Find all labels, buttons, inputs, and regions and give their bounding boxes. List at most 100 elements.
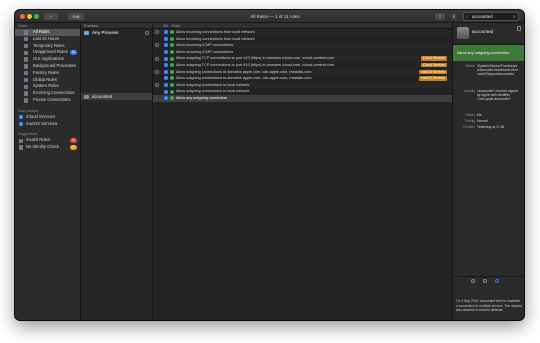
info-icon[interactable] [471, 279, 475, 283]
rule-enabled-checkbox[interactable]: ✓ [164, 83, 168, 88]
inspector-toggle-icon[interactable]: ℹ [451, 13, 457, 20]
sidebar-item-label: Factory Rules [33, 69, 59, 75]
sidebar-item-last-24-hours[interactable]: Last 24 Hours [15, 36, 80, 43]
process-icon [84, 94, 89, 99]
inspector-header: accounted [453, 23, 524, 45]
sidebar-item-label: macOS Services [26, 120, 58, 126]
inspector-footer-tabs [453, 276, 524, 284]
rule-row[interactable]: ✓ ↓ Allow incoming connections from local … [153, 36, 452, 43]
sidebar-item-label: System Rules [33, 83, 59, 89]
network-icon[interactable] [495, 279, 499, 283]
rule-action-banner[interactable]: Allow any outgoing connection [453, 45, 524, 61]
sidebar-item-label: Last 24 Hours [33, 35, 60, 41]
sidebar-item-private-connections[interactable]: Private Connections [15, 97, 80, 104]
rule-text: Allow incoming ICMP connections [176, 43, 234, 48]
sidebar-item-label: GUI Applications [33, 56, 64, 62]
rule-options-icon[interactable] [155, 43, 159, 48]
search-value: accounted [472, 14, 493, 19]
sidebar-item-icloud-services[interactable]: ✓ iCloud Services [15, 114, 80, 121]
rule-enabled-checkbox[interactable]: ✓ [164, 63, 168, 68]
rule-enabled-checkbox[interactable]: ✓ [164, 36, 168, 41]
app-icon [24, 57, 29, 62]
rule-enabled-checkbox[interactable]: ✓ [164, 89, 168, 94]
rule-row[interactable]: ✓ ↑ Allow outgoing TCP connections to port… [153, 55, 452, 62]
process-label: accounted [92, 94, 113, 99]
rule-text: Allow outgoing TCP connections to port 4… [176, 56, 335, 61]
rule-row[interactable]: ✓ ↑ Allow outgoing TCP connections to port… [153, 62, 452, 69]
sidebar-item-unapproved-rules[interactable]: Unapproved Rules 12 [15, 49, 80, 56]
add-rule-button[interactable]: + [44, 13, 58, 20]
sidebar-item-macos-services[interactable]: ✓ macOS Services [15, 121, 80, 128]
rule-options-icon[interactable] [155, 56, 159, 61]
field-value[interactable]: Normal [477, 119, 519, 123]
factory-icon [24, 70, 29, 76]
field-value[interactable]: Me [477, 113, 519, 117]
allow-outgoing-icon: ↑ [170, 83, 174, 88]
rule-enabled-checkbox[interactable]: ✓ [164, 50, 168, 55]
share-icon[interactable]: ⇪ [435, 13, 445, 20]
gear-icon [24, 64, 29, 69]
zoom-window-button[interactable] [34, 14, 39, 19]
allow-outgoing-icon: ↑ [170, 96, 174, 101]
sidebar-item-incoming-connections[interactable]: Incoming Connections [15, 90, 80, 97]
rule-options-icon[interactable] [155, 69, 159, 74]
inspector-title: accounted [472, 29, 494, 34]
edit-icon[interactable] [145, 30, 149, 35]
rule-options-icon[interactable] [155, 30, 159, 35]
sidebar-item-gui-applications[interactable]: GUI Applications [15, 56, 80, 63]
rule-row[interactable]: ✓ ↓ Allow incoming connections from local … [153, 29, 452, 36]
rule-row[interactable]: ✓ ↑ Allow outgoing connections to domains … [153, 68, 452, 76]
process-app-icon [457, 27, 469, 39]
rule-enabled-checkbox[interactable]: ✓ [164, 30, 168, 35]
field-value: Yesterday at 17:46 [477, 125, 505, 129]
field-created: Created Yesterday at 17:46 [453, 125, 524, 131]
rule-text: Allow outgoing TCP connections to port 4… [176, 62, 335, 67]
field-value: "accounted" must be signed by Apple with… [477, 89, 518, 102]
sidebar-item-no-identity-check[interactable]: No Identity Check 6 [15, 144, 80, 151]
sidebar-item-factory-rules[interactable]: Factory Rules [15, 70, 80, 77]
sidebar-item-label: Global Rules [33, 76, 57, 82]
rule-enabled-checkbox[interactable]: ✓ [164, 96, 168, 101]
unapproved-icon [24, 50, 29, 55]
hourglass-icon [24, 43, 29, 49]
rule-group-tag: iCloud Services [420, 63, 447, 68]
sidebar-item-temporary-rules[interactable]: Temporary Rules [15, 43, 80, 50]
edit-button[interactable]: Edit [68, 13, 84, 20]
rule-row[interactable]: ✓ ↓ Allow incoming ICMP connections [153, 42, 452, 49]
rule-row[interactable]: ✓ ↑ Allow outgoing connections to domains … [153, 75, 452, 82]
allow-outgoing-icon: ↑ [170, 56, 174, 61]
checkbox-checked-icon[interactable]: ✓ [19, 114, 24, 120]
rule-enabled-checkbox[interactable]: ✓ [164, 43, 168, 48]
allow-incoming-icon: ↓ [170, 43, 174, 48]
rule-text: Allow outgoing connections to local netw… [176, 89, 250, 94]
sidebar-item-global-rules[interactable]: Global Rules [15, 77, 80, 84]
search-input[interactable]: ⌕ accounted ✕ [463, 12, 519, 21]
rule-group-tag: macOS Services [419, 69, 447, 75]
rule-options-icon[interactable] [155, 83, 159, 88]
allow-outgoing-icon: ↑ [170, 76, 174, 81]
process-item-accounted[interactable]: accounted [81, 93, 152, 100]
clear-search-icon[interactable]: ✕ [513, 14, 516, 19]
rule-row[interactable]: ✓ ↑ Allow outgoing connections to local ne… [153, 88, 452, 95]
sidebar-item-system-rules[interactable]: System Rules [15, 83, 80, 90]
minimize-window-button[interactable] [27, 14, 32, 19]
lock-icon[interactable] [517, 26, 521, 31]
sidebar-item-background-processes[interactable]: Background Processes [15, 63, 80, 70]
history-icon[interactable] [483, 279, 487, 283]
field-label: Created [463, 125, 475, 129]
system-icon [24, 84, 29, 89]
process-list: Process Any Process accounted [81, 23, 153, 320]
process-item-any-process[interactable]: Any Process [81, 29, 152, 36]
rule-enabled-checkbox[interactable]: ✓ [164, 56, 168, 61]
checkbox-checked-icon[interactable]: ✓ [19, 121, 24, 126]
rule-group-tag: iCloud Services [420, 56, 447, 61]
rule-enabled-checkbox[interactable]: ✓ [164, 76, 168, 81]
sidebar-item-invalid-rules[interactable]: Invalid Rules 5 [15, 137, 80, 144]
sidebar-item-all-rules[interactable]: All Rules [15, 29, 80, 36]
rule-row[interactable]: ✓ ↑ Allow outgoing connections to local ne… [153, 81, 452, 89]
rule-row[interactable]: ✓ ↓ Allow incoming ICMP connections [153, 49, 452, 56]
rule-row-selected[interactable]: ✓ ↑ Allow any outgoing connection [153, 94, 452, 102]
rule-enabled-checkbox[interactable]: ✓ [164, 69, 168, 74]
close-window-button[interactable] [20, 14, 25, 19]
sidebar-item-label: Unapproved Rules [33, 49, 68, 55]
